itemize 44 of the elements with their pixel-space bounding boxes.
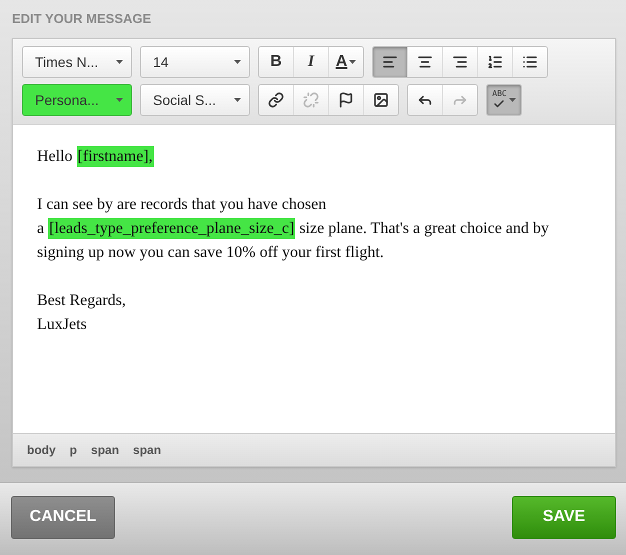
message-text: I can see by are records that you have chosen [37,196,326,213]
spellcheck-button[interactable]: ABC [487,85,521,115]
link-icon [268,92,284,108]
unlink-icon [303,92,319,108]
merge-field: [firstname], [76,146,154,167]
toolbar-dropdown[interactable]: Social S... [140,84,250,116]
italic-letter: I [308,53,314,71]
toolbar-dropdown[interactable]: Persona... [22,84,132,116]
element-path-item[interactable]: span [133,443,162,457]
caret-icon [234,98,241,102]
align-right-icon [452,54,468,70]
text-color-button[interactable]: A [328,47,363,77]
message-text: LuxJets [37,316,87,333]
toolbar-dropdown[interactable]: 14 [140,46,250,78]
bullet-list-icon [522,54,538,70]
element-path-item[interactable]: span [91,443,120,457]
element-path-item[interactable]: body [27,443,56,457]
check-icon [493,98,506,110]
message-text: Best Regards, [37,292,126,309]
merge-field: [leads_type_preference_plane_size_c] [48,218,296,239]
italic-button[interactable]: I [293,47,328,77]
caret-icon [234,60,241,64]
text-color-letter: A [336,53,348,71]
align-left-icon [382,54,398,70]
toolbar-dropdown[interactable]: Times N... [22,46,132,78]
caret-icon [116,98,123,102]
image-icon [373,92,389,108]
align-center-icon [417,54,433,70]
align-left-button[interactable] [373,47,407,77]
cancel-button[interactable]: CANCEL [11,496,115,538]
caret-icon [116,60,123,64]
flag-icon [338,92,354,108]
bold-letter: B [270,53,282,71]
message-text: Hello [37,148,74,165]
element-path-item[interactable]: p [70,443,78,457]
section-heading: EDIT YOUR MESSAGE [12,11,152,28]
bold-button[interactable]: B [259,47,293,77]
message-text: size plane. That's a great choice and by [298,220,549,237]
numbered-list-icon [487,54,503,70]
message-text: signing up now you can save 10% off your first flight. [37,244,384,261]
caret-icon [508,98,516,102]
abc-label: ABC [492,90,507,98]
caret-icon [349,60,356,64]
message-text: a [37,220,46,237]
